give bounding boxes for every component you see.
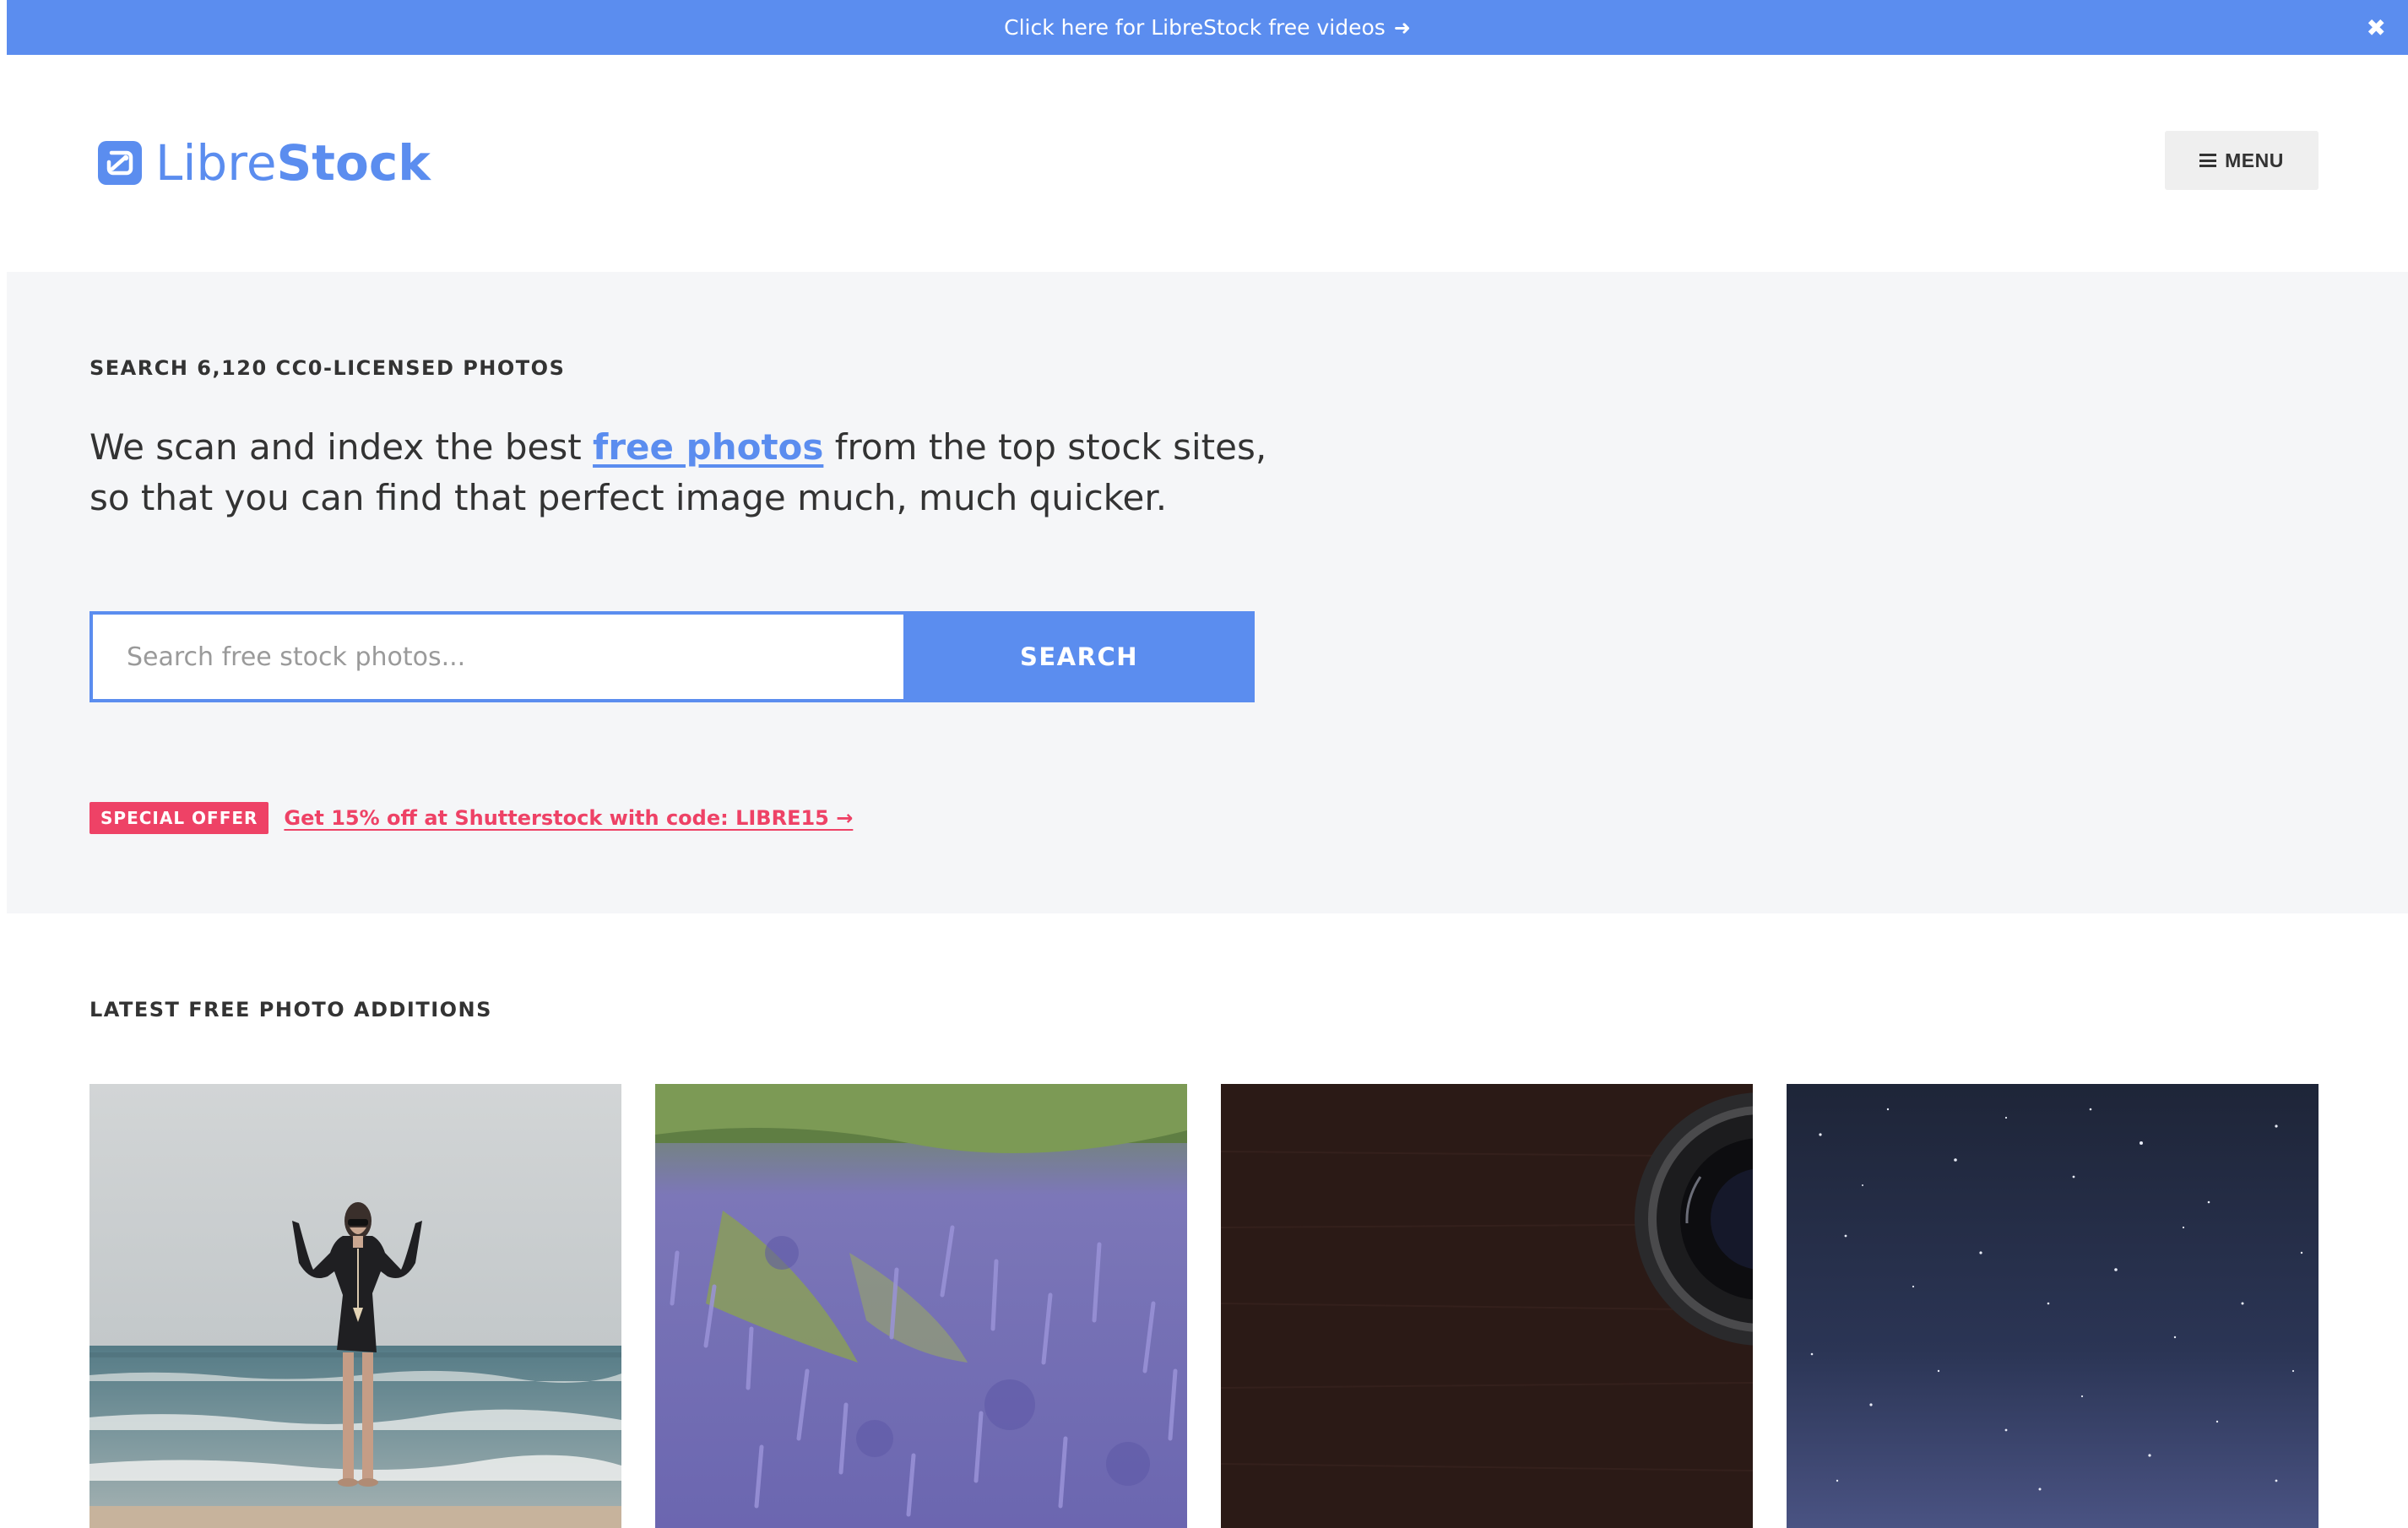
search-input[interactable] — [89, 611, 903, 702]
photo-card-camera-lens[interactable] — [1221, 1084, 1753, 1528]
photo-camera-lens — [1221, 1084, 1753, 1528]
photo-starry-sky — [1787, 1084, 2319, 1528]
search-button[interactable]: SEARCH — [903, 611, 1255, 702]
latest-additions-section: LATEST FREE PHOTO ADDITIONS — [7, 913, 2408, 1528]
special-offer-badge: SPECIAL OFFER — [89, 802, 269, 834]
librestock-logo[interactable]: LibreStock — [98, 138, 431, 187]
photo-lavender-field — [655, 1084, 1187, 1528]
latest-additions-title: LATEST FREE PHOTO ADDITIONS — [89, 998, 492, 1021]
photo-card-woman-on-beach[interactable] — [89, 1084, 621, 1528]
close-icon[interactable]: ✖ — [2367, 14, 2386, 41]
hero-kicker: SEARCH 6,120 CC0-LICENSED PHOTOS — [89, 356, 566, 380]
photo-grid — [89, 1084, 2324, 1528]
photo-woman-on-beach — [89, 1084, 621, 1528]
search-form: SEARCH — [89, 611, 1255, 702]
menu-button-label: MENU — [2225, 149, 2284, 171]
free-photos-link[interactable]: free photos — [593, 426, 823, 468]
logo-wordmark: LibreStock — [155, 138, 431, 187]
banner-text: Click here for LibreStock free videos — [1004, 15, 1386, 40]
hero-lede: We scan and index the best free photos f… — [89, 422, 1288, 523]
top-banner: Click here for LibreStock free videos ➜ … — [7, 0, 2408, 55]
arrow-right-icon: ➜ — [1393, 15, 1411, 40]
special-offer: SPECIAL OFFER Get 15% off at Shutterstoc… — [89, 802, 853, 834]
photo-card-lavender-field[interactable] — [655, 1084, 1187, 1528]
librestock-logo-icon — [98, 141, 142, 185]
photo-card-starry-sky[interactable] — [1787, 1084, 2319, 1528]
page: Click here for LibreStock free videos ➜ … — [7, 0, 2408, 1528]
free-videos-link[interactable]: Click here for LibreStock free videos ➜ — [1004, 15, 1411, 40]
menu-button[interactable]: MENU — [2165, 131, 2319, 190]
logo-wordmark-libre: Libre — [155, 134, 277, 192]
site-header: LibreStock MENU — [7, 55, 2408, 272]
hero-lede-before: We scan and index the best — [89, 426, 594, 468]
shutterstock-offer-link[interactable]: Get 15% off at Shutterstock with code: L… — [284, 806, 853, 830]
hamburger-icon — [2199, 154, 2217, 167]
hero-section: SEARCH 6,120 CC0-LICENSED PHOTOS We scan… — [7, 272, 2408, 913]
logo-wordmark-stock: Stock — [276, 134, 431, 192]
